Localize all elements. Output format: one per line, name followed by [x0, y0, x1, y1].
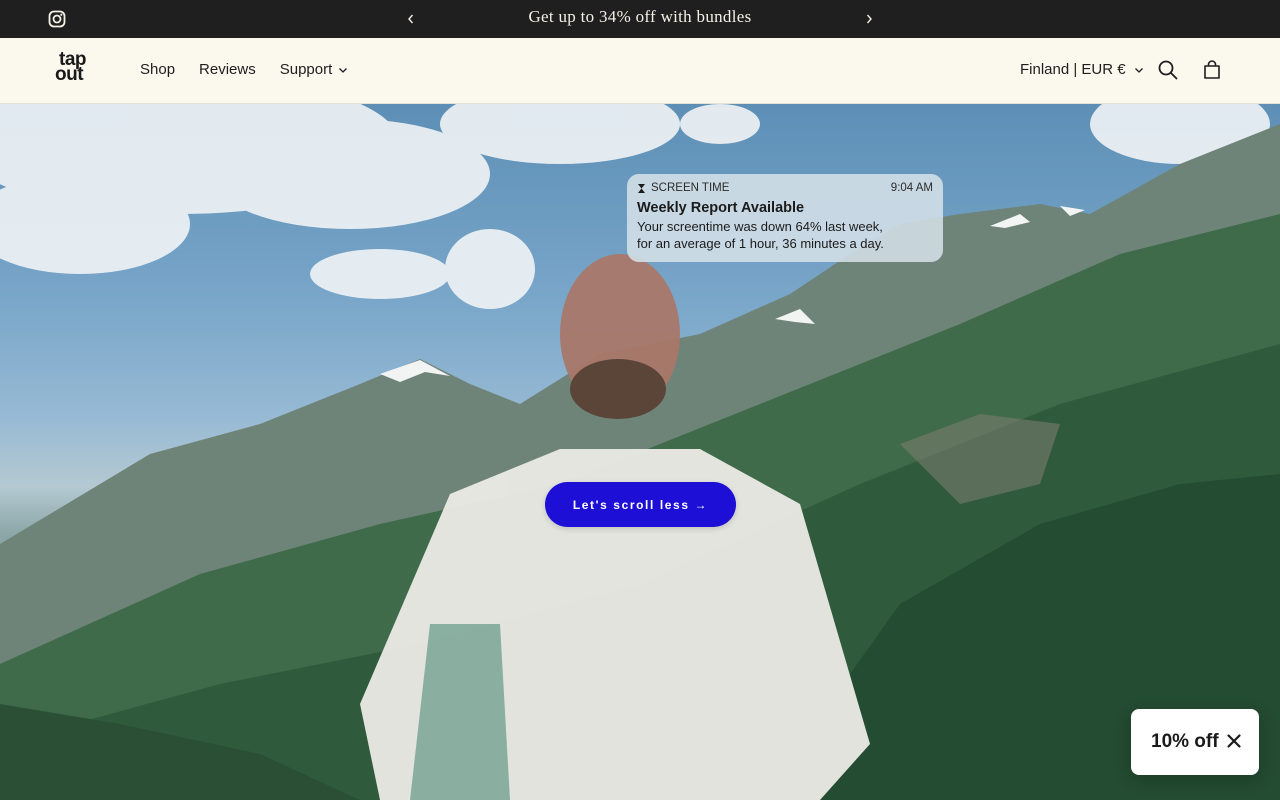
- announcement-message: Get up to 34% off with bundles: [528, 7, 752, 26]
- notification-body: Your screentime was down 64% last week, …: [637, 218, 933, 252]
- close-icon[interactable]: [1224, 731, 1244, 751]
- hero-banner: SCREEN TIME 9:04 AM Weekly Report Availa…: [0, 104, 1280, 800]
- nav-item-shop[interactable]: Shop: [140, 61, 175, 78]
- site-header: tap out Shop Reviews Support Finland | E…: [0, 38, 1280, 104]
- nav-item-support-label: Support: [279, 61, 333, 78]
- chevron-down-icon: [339, 67, 348, 73]
- announcement-prev-button[interactable]: [401, 9, 421, 29]
- notification-title: Weekly Report Available: [637, 200, 805, 216]
- main-nav: Shop Reviews Support: [140, 61, 348, 78]
- cta-button[interactable]: Let's scroll less →: [545, 482, 736, 527]
- notification-time: 9:04 AM: [890, 182, 933, 194]
- discount-label[interactable]: 10% off: [1151, 731, 1219, 753]
- logo[interactable]: tap out: [55, 50, 99, 88]
- notification-app: SCREEN TIME: [637, 182, 729, 194]
- locale-label: Finland | EUR €: [1020, 61, 1126, 78]
- chevron-right-icon: [866, 14, 872, 24]
- discount-badge[interactable]: 10% off: [1131, 709, 1259, 775]
- locale-selector[interactable]: Finland | EUR €: [1020, 61, 1144, 78]
- notification-app-name: SCREEN TIME: [651, 182, 730, 194]
- instagram-icon[interactable]: [48, 10, 66, 28]
- nav-item-support[interactable]: Support: [280, 61, 349, 78]
- chevron-left-icon: [408, 14, 414, 24]
- announcement-next-button[interactable]: [859, 9, 879, 29]
- notification-body-line-1: Your screentime was down 64% last week,: [637, 219, 883, 234]
- announcement-bar: Get up to 34% off with bundles: [0, 0, 1280, 38]
- notification-body-line-2: for an average of 1 hour, 36 minutes a d…: [637, 236, 884, 251]
- hourglass-icon: [638, 183, 645, 193]
- chevron-down-icon: [1134, 67, 1143, 73]
- logo-line-2: out: [55, 64, 84, 85]
- notification-card: SCREEN TIME 9:04 AM Weekly Report Availa…: [627, 174, 943, 262]
- nav-item-reviews[interactable]: Reviews: [199, 61, 256, 78]
- cart-icon[interactable]: [1200, 58, 1224, 82]
- search-icon[interactable]: [1156, 58, 1180, 82]
